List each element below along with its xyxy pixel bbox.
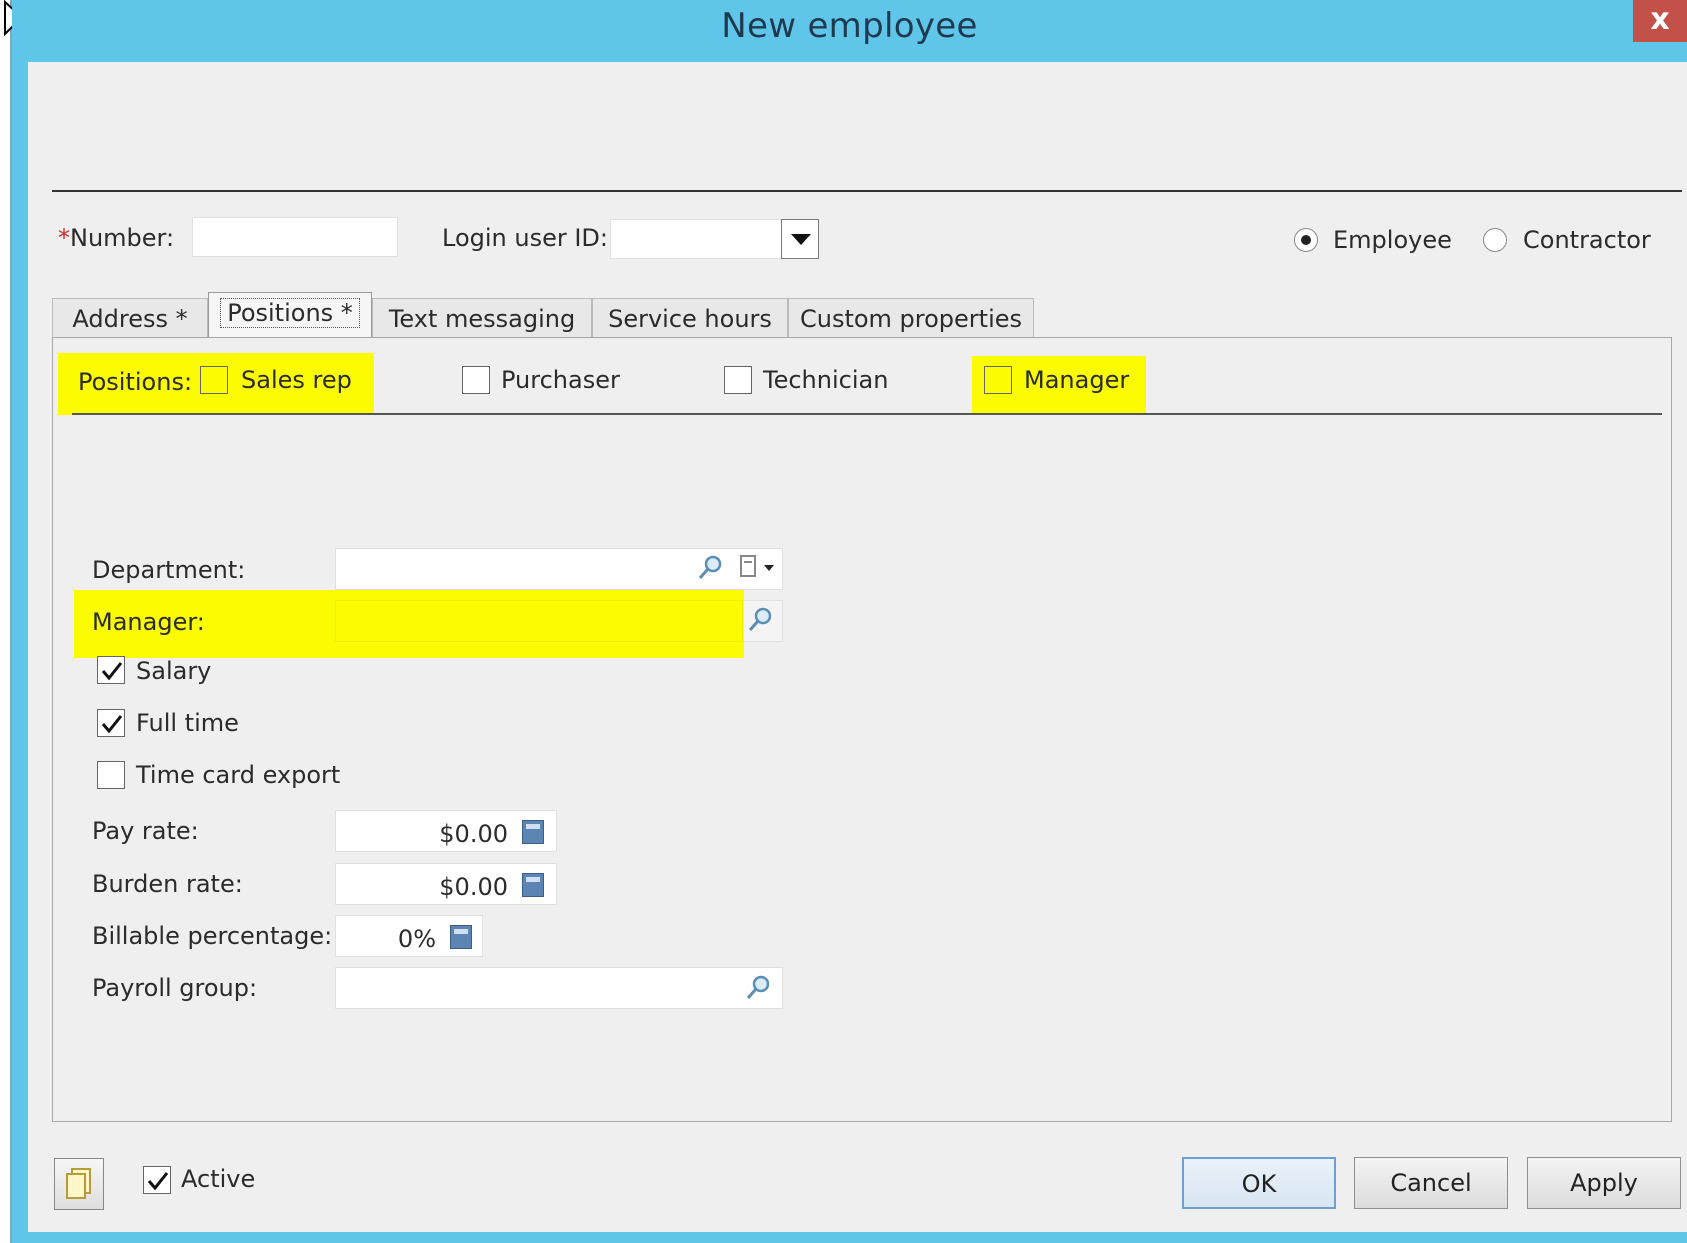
salary-checkbox[interactable] (97, 656, 125, 684)
department-label: Department: (92, 556, 246, 584)
checkmark-icon (101, 662, 123, 681)
close-icon: x (1650, 2, 1670, 37)
salary-label: Salary (136, 657, 212, 685)
purchaser-checkbox[interactable] (462, 366, 490, 394)
contractor-radio[interactable] (1483, 228, 1507, 252)
cancel-button[interactable]: Cancel (1354, 1157, 1508, 1209)
checkmark-icon (147, 1172, 169, 1191)
payroll-group-label: Payroll group: (92, 974, 258, 1002)
payroll-group-input[interactable] (335, 967, 783, 1009)
required-mark: * (58, 224, 70, 252)
ok-button[interactable]: OK (1182, 1157, 1336, 1209)
time-card-export-label: Time card export (136, 761, 341, 789)
positions-label: Positions: (78, 368, 193, 396)
close-button[interactable]: x (1633, 0, 1687, 42)
radio-selected-dot (1301, 235, 1311, 245)
search-icon[interactable] (697, 553, 725, 581)
tab-custom-properties[interactable]: Custom properties (788, 298, 1034, 338)
window-title: New employee (721, 6, 978, 46)
billable-percentage-label: Billable percentage: (92, 922, 333, 950)
number-label: *Number: (58, 224, 175, 252)
apply-button[interactable]: Apply (1527, 1157, 1681, 1209)
technician-checkbox[interactable] (724, 366, 752, 394)
tab-address[interactable]: Address * (52, 298, 208, 338)
calculator-icon[interactable] (450, 925, 472, 949)
manager-input[interactable] (335, 600, 743, 642)
full-time-checkbox[interactable] (97, 709, 125, 737)
full-time-label: Full time (136, 709, 239, 737)
notes-button[interactable] (54, 1158, 104, 1210)
login-dropdown-button[interactable] (781, 219, 819, 259)
header-divider (52, 190, 1682, 192)
pay-rate-label: Pay rate: (92, 817, 199, 845)
tab-text-messaging[interactable]: Text messaging (372, 298, 592, 338)
burden-rate-value: $0.00 (439, 873, 508, 901)
pay-rate-value: $0.00 (439, 820, 508, 848)
search-icon[interactable] (745, 973, 773, 1001)
manager-position-checkbox[interactable] (984, 366, 1012, 394)
contractor-radio-label: Contractor (1523, 226, 1651, 254)
manager-position-label: Manager (1024, 366, 1130, 394)
positions-divider (72, 413, 1662, 415)
checkmark-icon (101, 715, 123, 734)
purchaser-label: Purchaser (501, 366, 620, 394)
tab-service-hours[interactable]: Service hours (592, 298, 788, 338)
chevron-down-icon (791, 234, 811, 245)
technician-label: Technician (763, 366, 889, 394)
burden-rate-label: Burden rate: (92, 870, 243, 898)
time-card-export-checkbox[interactable] (97, 761, 125, 789)
calculator-icon[interactable] (522, 820, 544, 844)
active-label: Active (181, 1165, 256, 1193)
search-icon[interactable] (747, 605, 775, 633)
calculator-icon[interactable] (522, 873, 544, 897)
login-user-id-label: Login user ID: (442, 224, 608, 252)
manager-label: Manager: (92, 608, 205, 636)
tab-positions[interactable]: Positions * (208, 292, 372, 338)
billable-percentage-value: 0% (397, 925, 436, 953)
employee-radio-label: Employee (1333, 226, 1452, 254)
employee-radio[interactable] (1294, 228, 1318, 252)
positions-tab-panel (52, 337, 1672, 1122)
sales-rep-label: Sales rep (241, 366, 352, 394)
dropdown-menu-icon[interactable] (738, 553, 778, 581)
number-input[interactable] (192, 217, 398, 257)
desktop-edge (0, 0, 12, 1243)
login-user-id-combo[interactable] (610, 219, 782, 259)
sales-rep-checkbox[interactable] (200, 366, 228, 394)
notes-icon (66, 1168, 91, 1199)
active-checkbox[interactable] (143, 1166, 171, 1194)
